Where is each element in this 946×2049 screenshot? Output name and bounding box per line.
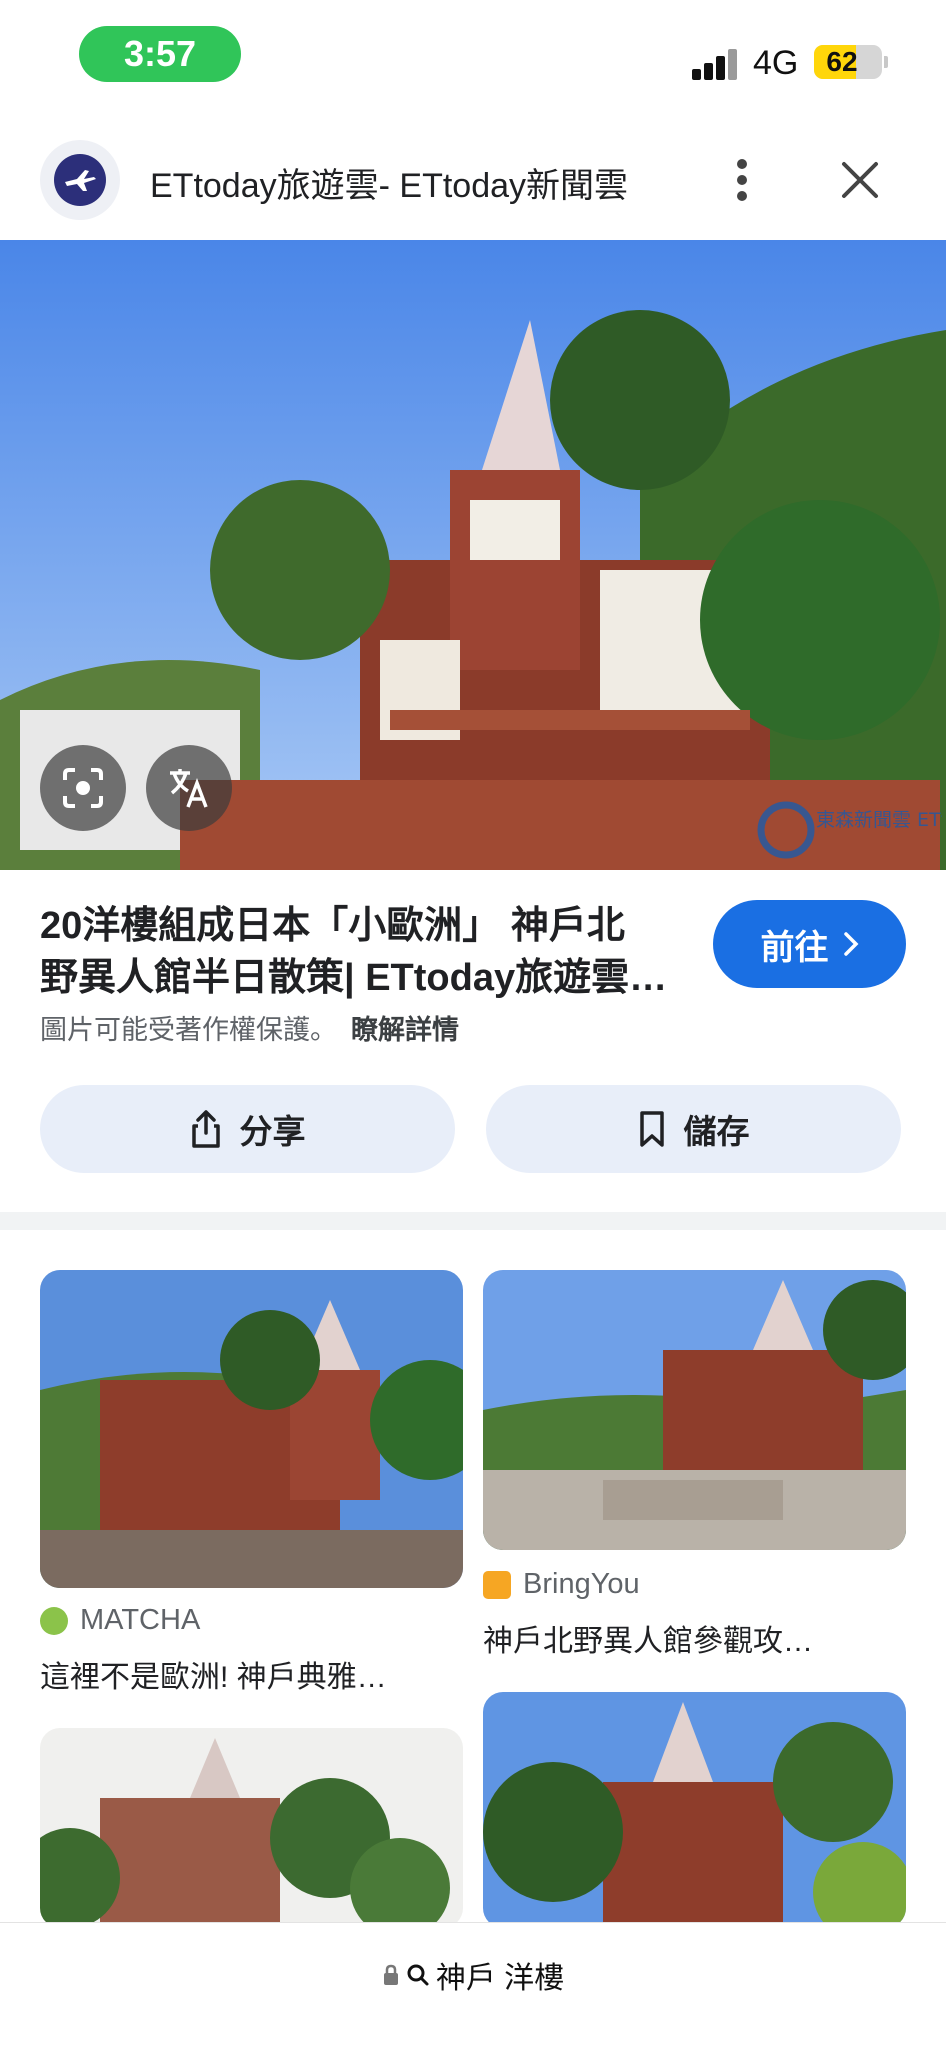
sheet-header: ETtoday旅遊雲- ETtoday新聞雲 bbox=[0, 120, 946, 240]
related-title-1[interactable]: 這裡不是歐洲! 神戶典雅… bbox=[40, 1652, 460, 1696]
save-label: 儲存 bbox=[683, 1113, 750, 1150]
site-logo[interactable] bbox=[40, 140, 120, 220]
result-title[interactable]: 20洋樓組成日本「小歐洲」 神戶北 野異人館半日散策| ETtoday旅遊雲… bbox=[40, 900, 680, 1004]
section-divider bbox=[0, 1212, 946, 1230]
related-source-2: BringYou bbox=[483, 1568, 640, 1601]
search-query-text: 神戶 洋樓 bbox=[435, 1962, 565, 1995]
close-icon bbox=[842, 162, 878, 198]
share-icon bbox=[191, 1110, 220, 1148]
copyright-text: 圖片可能受著作權保護。 bbox=[40, 1015, 337, 1045]
result-title-line1: 20洋樓組成日本「小歐洲」 神戶北 bbox=[40, 905, 625, 947]
site-title[interactable]: ETtoday旅遊雲- ETtoday新聞雲 bbox=[150, 158, 628, 207]
google-lens-icon bbox=[63, 768, 103, 808]
visual-search-button[interactable] bbox=[40, 745, 126, 831]
share-button[interactable]: 分享 bbox=[40, 1085, 455, 1173]
cellular-signal-icon bbox=[690, 48, 740, 80]
address-bar[interactable]: 神戶 洋樓 bbox=[0, 1922, 946, 2049]
lock-icon bbox=[383, 1964, 398, 1985]
bringyou-logo-icon bbox=[483, 1570, 511, 1599]
translate-icon bbox=[170, 769, 208, 808]
related-image-3[interactable] bbox=[40, 1728, 463, 1928]
result-title-line2: 野異人館半日散策| ETtoday旅遊雲… bbox=[40, 957, 668, 999]
status-bar: 3:57 4G 62 bbox=[0, 0, 946, 120]
visit-button[interactable]: 前往 bbox=[713, 900, 906, 988]
close-button[interactable] bbox=[830, 148, 890, 212]
building-photo bbox=[0, 240, 946, 870]
related-title-2[interactable]: 神戶北野異人館參觀攻… bbox=[483, 1616, 903, 1660]
plane-icon bbox=[54, 154, 106, 206]
battery-level: 62 bbox=[826, 46, 858, 77]
related-source-name: MATCHA bbox=[80, 1604, 201, 1636]
visit-label: 前往 bbox=[760, 928, 829, 967]
watermark-text: 東森新聞雲 ETtoday.net bbox=[816, 809, 942, 831]
chevron-right-icon bbox=[843, 932, 858, 956]
more-vert-icon bbox=[737, 159, 747, 201]
search-query-display[interactable]: 神戶 洋樓 bbox=[0, 1953, 946, 1997]
more-options-button[interactable] bbox=[718, 148, 766, 212]
battery-cap bbox=[884, 56, 888, 68]
copyright-notice: 圖片可能受著作權保護。 瞭解詳情 bbox=[40, 1008, 459, 1047]
network-type: 4G bbox=[753, 44, 799, 82]
status-time: 3:57 bbox=[79, 26, 241, 82]
search-icon bbox=[407, 1964, 429, 1986]
battery-icon: 62 bbox=[814, 45, 882, 79]
share-label: 分享 bbox=[239, 1113, 306, 1150]
related-image-2[interactable] bbox=[483, 1270, 906, 1550]
save-button[interactable]: 儲存 bbox=[486, 1085, 901, 1173]
related-image-4[interactable] bbox=[483, 1692, 906, 1928]
learn-more-link[interactable]: 瞭解詳情 bbox=[351, 1015, 459, 1045]
bookmark-icon bbox=[639, 1111, 664, 1147]
hero-image[interactable] bbox=[0, 240, 946, 870]
translate-button[interactable] bbox=[146, 745, 232, 831]
related-source-1: MATCHA bbox=[40, 1604, 200, 1637]
related-source-name: BringYou bbox=[523, 1568, 640, 1600]
matcha-logo-icon bbox=[40, 1606, 68, 1635]
image-watermark: 東森新聞雲 ETtoday.net bbox=[752, 800, 946, 860]
related-image-1[interactable] bbox=[40, 1270, 463, 1588]
